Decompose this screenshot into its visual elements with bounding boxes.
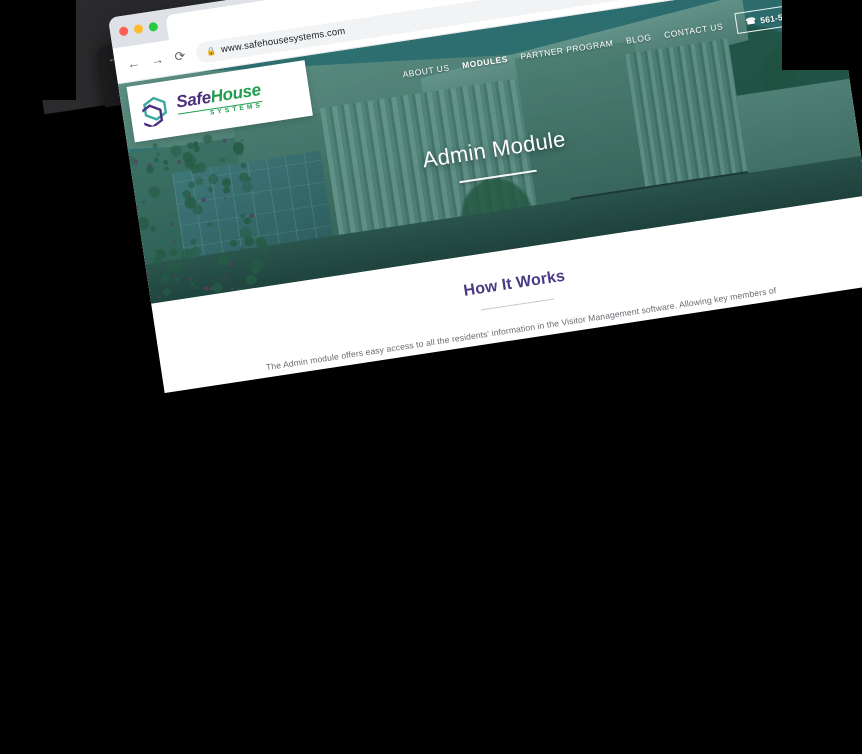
section-divider <box>480 298 555 311</box>
nav-item-contact-us[interactable]: CONTACT US <box>663 21 723 40</box>
screenshot-stage: ← → ⟳ 🔒 safehousesystems.com /some/line … <box>0 0 862 754</box>
background-crop <box>782 0 862 70</box>
maximize-window-button[interactable] <box>148 21 159 32</box>
nav-item-modules[interactable]: MODULES <box>461 53 508 70</box>
forward-icon[interactable]: → <box>150 51 165 68</box>
safehouse-hexagon-logo-icon <box>140 96 168 128</box>
back-icon[interactable]: ← <box>126 55 141 72</box>
logo-wordmark: SafeHouse SYSTEMS <box>174 80 264 122</box>
reload-icon[interactable]: ⟳ <box>173 48 186 64</box>
nav-item-blog[interactable]: BLOG <box>625 32 652 46</box>
background-crop <box>0 0 76 100</box>
phone-icon: ☎ <box>744 15 758 27</box>
logo-word-safe: Safe <box>174 87 213 112</box>
url-text: www.safehousesystems.com <box>220 25 347 56</box>
nav-item-partner-program[interactable]: PARTNER PROGRAM <box>520 37 614 61</box>
background-crop <box>0 594 862 754</box>
lock-icon: 🔒 <box>205 46 217 57</box>
close-window-button[interactable] <box>118 26 129 37</box>
nav-item-about-us[interactable]: ABOUT US <box>402 62 450 79</box>
minimize-window-button[interactable] <box>133 23 144 35</box>
